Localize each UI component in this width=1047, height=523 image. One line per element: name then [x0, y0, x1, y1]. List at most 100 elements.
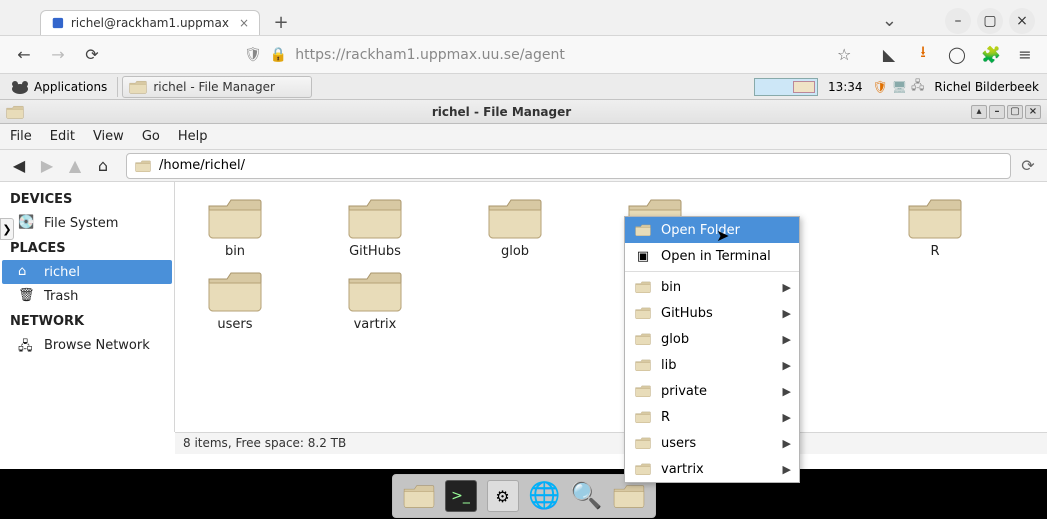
- sidebar-label: Trash: [44, 289, 78, 304]
- ctx-sub-glob[interactable]: glob ▶: [625, 326, 799, 352]
- ctx-label: private: [661, 384, 707, 399]
- window-maximize-button[interactable]: ▢: [977, 8, 1003, 34]
- downloads-icon[interactable]: ⭳: [913, 45, 933, 65]
- ctx-label: lib: [661, 358, 676, 373]
- fm-close-button[interactable]: ×: [1025, 105, 1041, 119]
- folder-icon: [635, 305, 651, 321]
- browser-tab[interactable]: richel@rackham1.uppmax ×: [40, 10, 260, 35]
- sidebar-item-home[interactable]: ⌂ richel: [2, 260, 172, 284]
- menu-go[interactable]: Go: [142, 129, 160, 144]
- folder-item[interactable]: R: [885, 196, 985, 259]
- new-tab-button[interactable]: +: [268, 9, 294, 35]
- sidebar-item-filesystem[interactable]: 💽 File System: [0, 211, 174, 235]
- status-bar: 8 items, Free space: 8.2 TB: [175, 432, 1047, 454]
- tab-close-icon[interactable]: ×: [239, 16, 249, 30]
- fm-titlebar[interactable]: richel - File Manager ▴ – ▢ ×: [0, 100, 1047, 124]
- home-icon: ⌂: [18, 264, 36, 280]
- bottom-dock: >_ ⚙ 🌐 🔍: [392, 474, 656, 518]
- window-close-button[interactable]: ×: [1009, 8, 1035, 34]
- ctx-sub-users[interactable]: users▶: [625, 430, 799, 456]
- sidebar-collapse-handle[interactable]: ❯: [0, 218, 14, 240]
- workspace-switcher[interactable]: [754, 78, 818, 96]
- nav-forward-button[interactable]: ▶: [36, 155, 58, 177]
- pocket-icon[interactable]: ◣: [879, 45, 899, 65]
- fm-maximize-button[interactable]: ▢: [1007, 105, 1023, 119]
- drive-icon: 💽: [18, 215, 36, 231]
- panel-clock: 13:34: [828, 80, 863, 94]
- folder-icon: [635, 331, 651, 347]
- back-button[interactable]: ←: [12, 43, 36, 67]
- reload-button[interactable]: ⟳: [80, 43, 104, 67]
- dock-folder-icon[interactable]: [613, 480, 645, 512]
- window-minimize-button[interactable]: –: [945, 8, 971, 34]
- sidebar-item-trash[interactable]: 🗑 Trash: [0, 284, 174, 308]
- panel-username[interactable]: Richel Bilderbeek: [934, 80, 1043, 94]
- submenu-arrow-icon: ▶: [783, 307, 791, 320]
- fm-title-text: richel - File Manager: [32, 105, 971, 119]
- ctx-label: glob: [661, 332, 689, 347]
- ctx-sub-githubs[interactable]: GitHubs ▶: [625, 300, 799, 326]
- ctx-label: GitHubs: [661, 306, 713, 321]
- menu-edit[interactable]: Edit: [50, 129, 75, 144]
- ctx-sub-bin[interactable]: bin▶: [625, 274, 799, 300]
- context-menu: Open Folder ▣ Open in Terminal bin▶ GitH…: [624, 216, 800, 483]
- ctx-label: Open in Terminal: [661, 249, 771, 264]
- notification-icon[interactable]: 🛡: [873, 80, 888, 94]
- icon-view[interactable]: bin GitHubs glob lib private R users var…: [175, 182, 1047, 432]
- path-reload-button[interactable]: ⟳: [1017, 156, 1039, 175]
- path-bar[interactable]: /home/richel/: [126, 153, 1011, 179]
- ctx-sub-private[interactable]: private▶: [625, 378, 799, 404]
- submenu-arrow-icon: ▶: [783, 437, 791, 450]
- taskbar-filemanager[interactable]: richel - File Manager: [122, 76, 312, 98]
- lock-icon: 🔒: [270, 47, 287, 63]
- folder-label: glob: [501, 244, 529, 259]
- network-icon: 🖧: [18, 337, 36, 353]
- ctx-sub-vartrix[interactable]: vartrix▶: [625, 456, 799, 482]
- folder-item[interactable]: vartrix: [325, 269, 425, 332]
- folder-item[interactable]: bin: [185, 196, 285, 259]
- display-icon[interactable]: 🖥: [892, 80, 907, 94]
- dock-terminal-icon[interactable]: >_: [445, 480, 477, 512]
- nav-up-button[interactable]: ▲: [64, 155, 86, 177]
- account-icon[interactable]: ◯: [947, 45, 967, 65]
- folder-item[interactable]: GitHubs: [325, 196, 425, 259]
- folder-icon: [635, 222, 651, 238]
- applications-menu[interactable]: Applications: [4, 77, 113, 97]
- sidebar-cat-devices: DEVICES: [0, 186, 174, 211]
- network-icon[interactable]: 🖧: [911, 76, 924, 97]
- tabs-dropdown-icon[interactable]: ⌄: [882, 10, 897, 31]
- app-menu-icon[interactable]: ≡: [1015, 45, 1035, 65]
- folder-item[interactable]: glob: [465, 196, 565, 259]
- dock-filemanager-icon[interactable]: [403, 480, 435, 512]
- ctx-separator: [625, 271, 799, 272]
- ctx-sub-r[interactable]: R▶: [625, 404, 799, 430]
- fm-title-icon: [6, 103, 24, 121]
- submenu-arrow-icon: ▶: [783, 359, 791, 372]
- ctx-sub-lib[interactable]: lib ▶: [625, 352, 799, 378]
- fm-shade-button[interactable]: ▴: [971, 105, 987, 119]
- forward-button[interactable]: →: [46, 43, 70, 67]
- submenu-arrow-icon: ▶: [783, 281, 791, 294]
- dock-search-icon[interactable]: 🔍: [571, 480, 603, 512]
- sidebar-item-browse-network[interactable]: 🖧 Browse Network: [0, 333, 174, 357]
- nav-home-button[interactable]: ⌂: [92, 155, 114, 177]
- dock-web-icon[interactable]: 🌐: [529, 480, 561, 512]
- submenu-arrow-icon: ▶: [783, 333, 791, 346]
- fm-minimize-button[interactable]: –: [989, 105, 1005, 119]
- dock-settings-icon[interactable]: ⚙: [487, 480, 519, 512]
- shield-icon: 🛡: [244, 47, 262, 63]
- menu-file[interactable]: File: [10, 129, 32, 144]
- nav-back-button[interactable]: ◀: [8, 155, 30, 177]
- ctx-open-folder[interactable]: Open Folder: [625, 217, 799, 243]
- bookmark-star-icon[interactable]: ☆: [837, 45, 859, 64]
- ctx-label: Open Folder: [661, 223, 740, 238]
- menu-view[interactable]: View: [93, 129, 124, 144]
- sidebar-label: File System: [44, 216, 118, 231]
- terminal-icon: ▣: [635, 248, 651, 264]
- extensions-icon[interactable]: 🧩: [981, 45, 1001, 65]
- url-bar[interactable]: 🛡 🔒 https://rackham1.uppmax.uu.se/agent: [244, 41, 804, 69]
- folder-item[interactable]: users: [185, 269, 285, 332]
- menu-help[interactable]: Help: [178, 129, 208, 144]
- sidebar-cat-places: PLACES: [0, 235, 174, 260]
- ctx-open-terminal[interactable]: ▣ Open in Terminal: [625, 243, 799, 269]
